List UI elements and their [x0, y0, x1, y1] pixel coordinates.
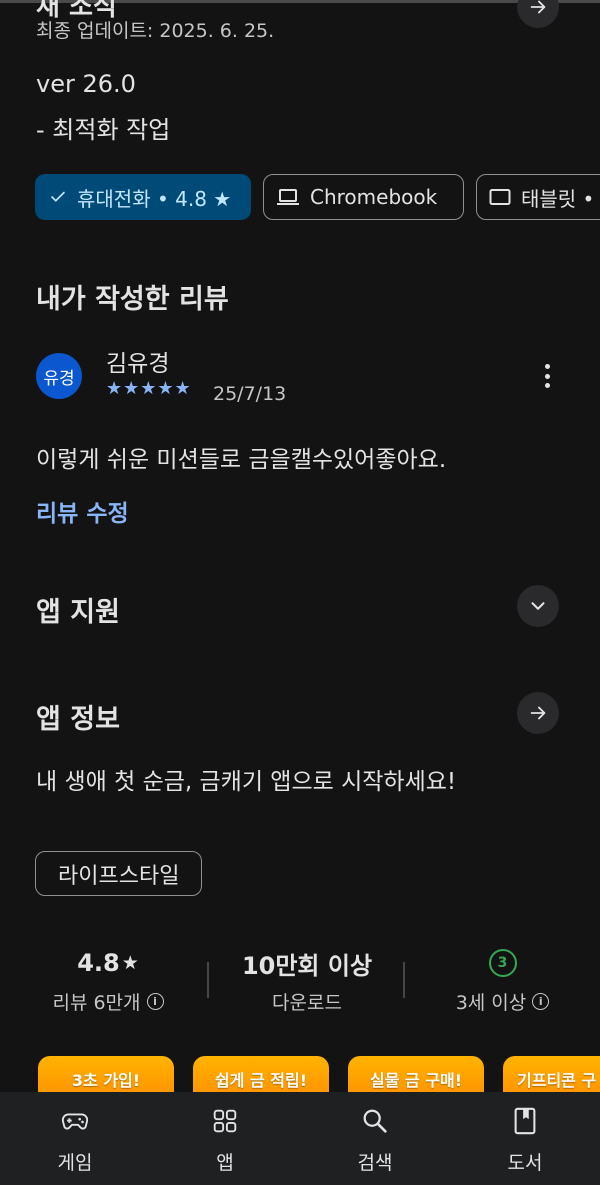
downloads-value: 10만회 이상 [241, 951, 373, 980]
avatar: 유경 [36, 353, 82, 399]
last-updated-text: 최종 업데이트: 2025. 6. 25. [36, 20, 275, 42]
stat-divider [403, 962, 405, 998]
reviewer-name: 김유경 [106, 351, 170, 377]
review-date: 25/7/13 [213, 383, 287, 405]
stat-divider [207, 962, 209, 998]
nav-item-search[interactable]: 검색 [300, 1092, 450, 1185]
laptop-icon [277, 189, 299, 205]
device-chip-tablet[interactable]: 태블릿 • [476, 174, 600, 220]
apps-grid-icon [213, 1109, 237, 1133]
nav-item-games[interactable]: 게임 [0, 1092, 150, 1185]
bottom-navigation: 게임 앱 검색 도서 [0, 1092, 600, 1185]
release-notes: - 최적화 작업 [36, 116, 171, 144]
star-icon: ★ [121, 952, 139, 974]
more-options-icon[interactable] [535, 362, 559, 390]
check-icon [51, 191, 65, 202]
device-chip-label: Chromebook [310, 185, 438, 209]
info-icon: i [146, 993, 164, 1010]
info-icon: i [532, 993, 550, 1010]
age-rating-label: 3세 이상 [455, 992, 527, 1014]
my-review-title: 내가 작성한 리뷰 [36, 284, 229, 315]
app-description: 내 생애 첫 순금, 금캐기 앱으로 시작하세요! [36, 769, 457, 795]
device-chip-phone[interactable]: 휴대전화 • 4.8 ★ [35, 174, 251, 220]
downloads-label: 다운로드 [272, 992, 342, 1014]
chevron-down-icon [531, 602, 545, 610]
downloads-stat: 10만회 이상 다운로드 [212, 946, 402, 1015]
arrow-right-icon [530, 706, 546, 720]
search-icon [363, 1109, 387, 1133]
review-stars: ★★★★★ [106, 378, 192, 399]
rating-label: 리뷰 6만개 [52, 992, 141, 1014]
nav-label: 검색 [357, 1152, 393, 1174]
nav-label: 도서 [507, 1152, 543, 1174]
app-info-title: 앱 정보 [36, 704, 120, 735]
nav-label: 게임 [57, 1152, 93, 1174]
age-rating-stat[interactable]: 3 3세 이상 i [420, 946, 585, 1015]
version-text: ver 26.0 [36, 70, 136, 98]
nav-item-books[interactable]: 도서 [450, 1092, 600, 1185]
rating-stat[interactable]: 4.8 ★ 리뷰 6만개 i [28, 946, 188, 1015]
age-rating-badge-icon: 3 [488, 949, 517, 977]
device-chip-chromebook[interactable]: Chromebook [263, 174, 464, 220]
device-chip-label: 휴대전화 • 4.8 ★ [77, 186, 232, 211]
rating-value: 4.8 [77, 949, 120, 977]
nav-label: 앱 [216, 1152, 234, 1174]
edit-review-link[interactable]: 리뷰 수정 [36, 494, 129, 528]
nav-item-apps[interactable]: 앱 [150, 1092, 300, 1185]
device-chip-label: 태블릿 • [521, 186, 595, 211]
app-support-title: 앱 지원 [36, 597, 120, 628]
gamepad-icon [61, 1113, 89, 1130]
book-icon [514, 1107, 536, 1135]
whats-new-arrow-button[interactable] [517, 0, 559, 28]
category-chip[interactable]: 라이프스타일 [35, 851, 203, 896]
app-info-arrow-button[interactable] [517, 692, 559, 734]
arrow-right-icon [530, 0, 546, 14]
tablet-icon [489, 189, 511, 205]
app-support-expand-button[interactable] [517, 585, 559, 627]
review-text: 이렇게 쉬운 미션들로 금을캘수있어좋아요. [36, 447, 447, 473]
